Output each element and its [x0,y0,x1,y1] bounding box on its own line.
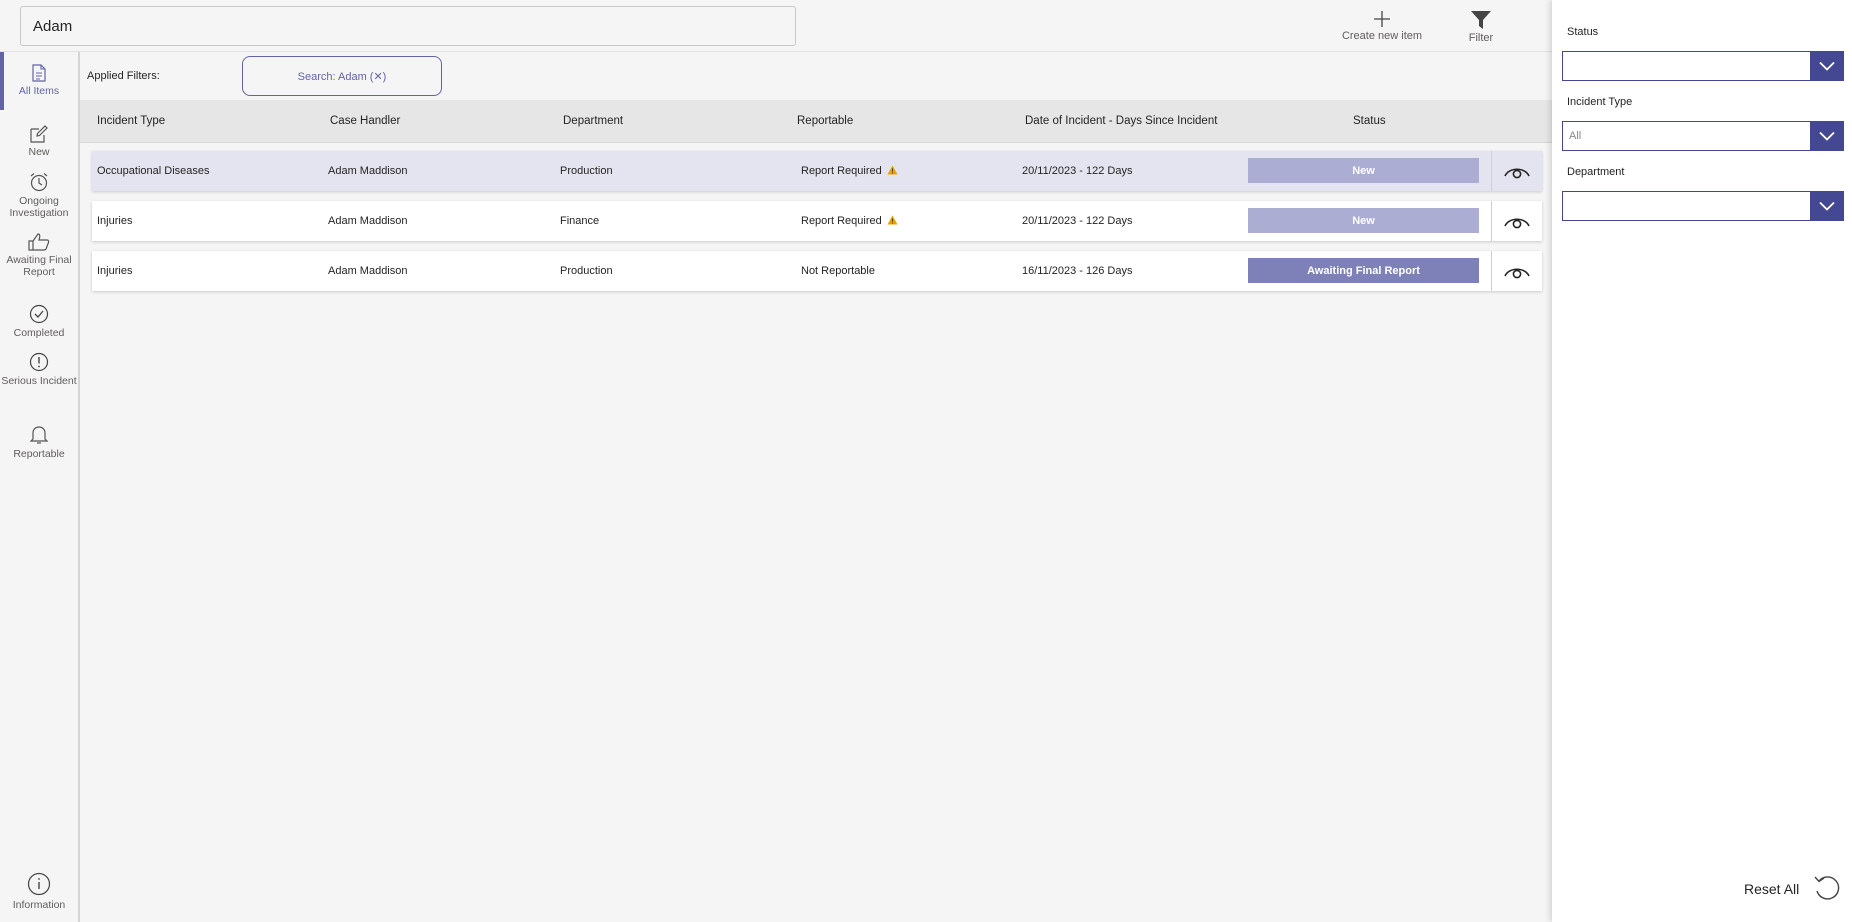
cell-department: Finance [560,215,600,227]
reportable-text: Not Reportable [801,265,875,277]
search-filter-chip-label: Search: Adam (✕) [297,70,387,83]
status-dropdown[interactable] [1562,51,1844,81]
nav-item-awaiting-final-report[interactable]: Awaiting Final Report [0,233,78,278]
eye-icon [1504,168,1530,179]
reportable-text: Report Required [801,215,882,227]
incident-type-filter-label: Incident Type [1567,96,1633,108]
cell-case-handler: Adam Maddison [328,165,408,177]
table-header: Incident Type Case Handler Department Re… [80,100,1552,143]
status-filter-label: Status [1567,26,1599,38]
filter-button[interactable]: Filter [1466,10,1496,44]
nav-item-reportable[interactable]: Reportable [0,425,78,460]
table-row[interactable]: Occupational Diseases Adam Maddison Prod… [92,151,1542,191]
nav-label: Information [12,899,66,911]
filter-label: Filter [1468,32,1494,44]
department-filter-label: Department [1567,166,1625,178]
check-circle-icon [29,304,49,324]
cell-department: Production [560,265,613,277]
eye-icon [1504,268,1530,279]
cell-incident-type: Injuries [97,265,133,277]
warning-icon [887,165,898,175]
cell-reportable: Not Reportable [801,265,875,277]
nav-item-information[interactable]: Information [0,872,78,911]
search-input[interactable] [20,6,796,46]
chevron-down-icon [1810,122,1843,150]
column-header-case-handler: Case Handler [330,115,401,127]
table-row[interactable]: Injuries Adam Maddison Production Not Re… [92,251,1542,291]
cell-reportable: Report Required [801,215,898,227]
nav-item-new[interactable]: New [0,125,78,158]
nav-label: Awaiting Final Report [6,254,72,278]
plus-icon [1374,11,1390,27]
nav-label: Serious Incident [1,375,77,387]
column-header-incident-type: Incident Type [97,115,166,127]
column-header-status: Status [1353,115,1386,127]
bell-icon [30,426,48,444]
view-button[interactable] [1491,251,1542,291]
incident-type-dropdown[interactable]: All [1562,121,1844,151]
cell-case-handler: Adam Maddison [328,265,408,277]
nav-item-completed[interactable]: Completed [0,304,78,339]
eye-icon [1504,218,1530,229]
reset-icon[interactable] [1812,873,1842,908]
nav-item-ongoing-investigation[interactable]: Ongoing Investigation [0,172,78,219]
status-badge: Awaiting Final Report [1248,258,1479,283]
document-icon [32,64,46,82]
cell-date: 16/11/2023 - 126 Days [1022,265,1133,277]
nav-label: Ongoing Investigation [9,195,69,219]
cell-case-handler: Adam Maddison [328,215,408,227]
status-text: New [1352,214,1375,227]
status-badge: New [1248,158,1479,183]
nav-label: Completed [13,327,65,339]
edit-icon [30,125,48,143]
incident-type-dropdown-value: All [1569,130,1582,142]
cell-incident-type: Injuries [97,215,133,227]
cell-incident-type: Occupational Diseases [97,165,210,177]
department-dropdown[interactable] [1562,191,1844,221]
filter-panel: Status Incident Type All Department [1552,0,1852,922]
nav-label: New [28,146,50,158]
nav-label: All Items [18,85,60,97]
thumbs-up-icon [28,233,50,251]
reset-all-button[interactable]: Reset All [1744,881,1799,897]
applied-filters-label: Applied Filters: [87,70,160,82]
nav-item-all-items[interactable]: All Items [0,64,78,97]
alarm-clock-icon [30,173,48,192]
create-new-item-button[interactable]: Create new item [1338,10,1426,42]
reportable-text: Report Required [801,165,882,177]
cell-department: Production [560,165,613,177]
status-text: Awaiting Final Report [1307,264,1420,277]
nav-label: Reportable [13,448,65,460]
cell-date: 20/11/2023 - 122 Days [1022,215,1133,227]
filter-icon [1471,11,1491,29]
view-button[interactable] [1491,151,1542,191]
view-button[interactable] [1491,201,1542,241]
column-header-reportable: Reportable [797,115,854,127]
top-divider [0,51,1552,52]
nav-item-serious-incident[interactable]: Serious Incident [0,352,78,387]
column-header-date: Date of Incident - Days Since Incident [1025,115,1218,127]
status-text: New [1352,164,1375,177]
column-header-department: Department [563,115,624,127]
left-nav: All Items New Ongoing Investigation Awai… [0,52,80,922]
table-row[interactable]: Injuries Adam Maddison Finance Report Re… [92,201,1542,241]
search-filter-chip[interactable]: Search: Adam (✕) [242,56,442,96]
cell-reportable: Report Required [801,165,898,177]
warning-icon [887,215,898,225]
create-new-item-label: Create new item [1341,30,1423,42]
chevron-down-icon [1810,192,1843,220]
alert-circle-icon [29,352,49,372]
info-icon [27,872,51,896]
chevron-down-icon [1810,52,1843,80]
cell-date: 20/11/2023 - 122 Days [1022,165,1133,177]
status-badge: New [1248,208,1479,233]
